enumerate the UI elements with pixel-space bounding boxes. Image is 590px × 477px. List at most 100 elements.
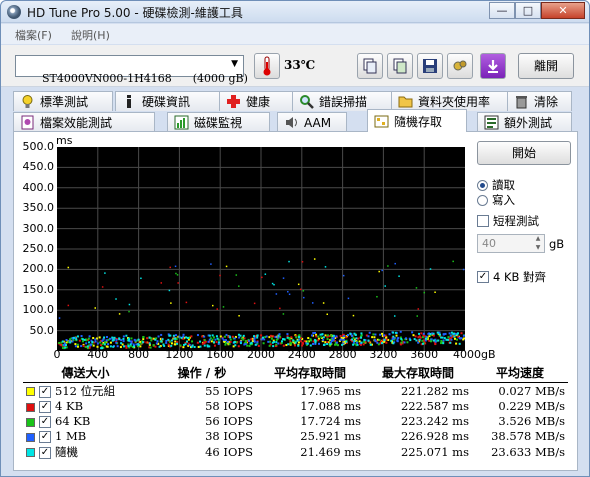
menu-bar: 檔案(F) 說明(H): [1, 24, 589, 44]
data-point: [458, 342, 461, 345]
data-point: [265, 335, 268, 338]
save-button[interactable]: [417, 53, 443, 79]
health-cross-icon: [226, 94, 241, 109]
max-access-cell: 222.587 ms: [400, 399, 469, 413]
data-point: [253, 340, 256, 343]
data-point-outlier: [216, 308, 218, 310]
minimize-button[interactable]: —: [489, 2, 515, 19]
series-color-swatch: [26, 417, 35, 427]
data-point: [400, 341, 403, 344]
series-checkbox[interactable]: ✓: [39, 385, 51, 398]
data-point: [94, 340, 97, 343]
menu-file[interactable]: 檔案(F): [15, 27, 52, 43]
data-point: [87, 337, 90, 340]
data-point: [404, 337, 407, 340]
data-point-outlier: [303, 296, 305, 299]
data-point: [326, 343, 329, 346]
data-point-outlier: [238, 285, 240, 287]
data-point: [371, 336, 374, 339]
spin-down-icon[interactable]: ▼: [532, 244, 544, 252]
temperature-button[interactable]: [254, 53, 280, 79]
short-test-checkbox[interactable]: 短程測試: [477, 214, 587, 228]
write-radio[interactable]: 寫入: [477, 193, 587, 207]
copy-button[interactable]: [357, 53, 383, 79]
series-checkbox[interactable]: ✓: [39, 401, 51, 413]
data-point: [196, 334, 199, 337]
data-point: [154, 338, 157, 341]
drive-select[interactable]: ST4000VN000-1H4168 (4000 gB) ▼: [15, 55, 248, 85]
read-radio[interactable]: 讀取: [477, 178, 587, 192]
x-tick-label: 1200: [165, 348, 194, 361]
title-bar[interactable]: HD Tune Pro 5.00 - 硬碟檢測-維護工具 — □ ✕: [1, 1, 589, 23]
tab-extra-tests[interactable]: 額外測試: [477, 112, 572, 132]
avg-access-cell: 17.088 ms: [300, 399, 361, 413]
series-color-swatch: [26, 448, 35, 457]
data-point: [203, 341, 206, 344]
screenshot-button[interactable]: [447, 53, 473, 79]
data-point-outlier: [288, 293, 291, 296]
data-point: [135, 343, 138, 346]
data-point: [277, 342, 280, 345]
series-checkbox[interactable]: ✓: [39, 431, 51, 443]
data-point: [292, 339, 295, 342]
copy-all-button[interactable]: [387, 53, 413, 79]
data-point: [76, 335, 79, 338]
maximize-button[interactable]: □: [515, 2, 541, 19]
data-point-outlier: [273, 283, 275, 286]
data-point: [450, 338, 453, 341]
tab-drive-info[interactable]: 硬碟資訊: [115, 91, 235, 111]
series-checkbox[interactable]: ✓: [39, 446, 51, 459]
data-point: [146, 337, 149, 340]
data-point: [203, 344, 206, 347]
tab-benchmark[interactable]: 標準測試: [13, 91, 113, 111]
monitor-icon: [174, 115, 189, 130]
col-header-max-access: 最大存取時間: [364, 364, 472, 383]
align-4kb-checkbox[interactable]: ✓ 4 KB 對齊: [477, 270, 587, 284]
menu-help[interactable]: 說明(H): [71, 27, 110, 43]
tab-aam[interactable]: AAM: [277, 112, 347, 132]
tab-file-benchmark[interactable]: 檔案效能測試: [13, 112, 155, 132]
tab-label: 檔案效能測試: [40, 116, 113, 130]
data-point-outlier: [140, 277, 142, 280]
data-point: [226, 340, 229, 343]
start-button[interactable]: 開始: [477, 141, 571, 165]
data-point: [423, 335, 426, 338]
align-4kb-check: ✓: [477, 271, 489, 283]
tab-error-scan[interactable]: 錯誤掃描: [292, 91, 392, 111]
avg-access-cell: 21.469 ms: [300, 444, 361, 459]
data-point: [392, 342, 395, 345]
data-point-outlier: [261, 276, 263, 279]
tab-random-access[interactable]: 隨機存取: [367, 109, 467, 132]
download-button[interactable]: [480, 53, 506, 79]
data-point: [152, 344, 155, 347]
data-point-outlier: [169, 266, 171, 269]
tab-erase[interactable]: 清除: [507, 91, 572, 111]
data-point: [280, 342, 283, 345]
data-point-outlier: [212, 304, 214, 307]
tab-disk-monitor[interactable]: 磁碟監視: [167, 112, 270, 132]
close-button[interactable]: ✕: [541, 2, 585, 19]
data-point: [345, 336, 348, 339]
tab-folder-usage[interactable]: 資料夾使用率: [391, 91, 511, 111]
data-point: [111, 336, 114, 339]
data-point: [196, 341, 199, 344]
spin-up-icon[interactable]: ▲: [532, 235, 544, 243]
x-tick-label: 3200: [369, 348, 398, 361]
data-point: [429, 340, 432, 343]
short-test-size-input[interactable]: 40 ▲ ▼: [477, 234, 545, 253]
x-tick-label: 400: [87, 348, 109, 361]
data-point: [269, 334, 272, 337]
access-time-chart: ms 500.0 450.0 400.0 350.0 300.0 250.0 200.0 15…: [16, 134, 496, 374]
data-point: [115, 341, 118, 344]
data-point: [242, 334, 245, 337]
data-point: [448, 332, 451, 335]
data-point-outlier: [299, 288, 302, 291]
data-point-outlier: [423, 291, 426, 294]
data-point: [430, 338, 433, 341]
exit-button[interactable]: 離開: [518, 53, 574, 79]
data-point: [211, 338, 214, 341]
col-header-avg-access: 平均存取時間: [256, 364, 364, 383]
data-point: [442, 339, 445, 342]
data-point: [307, 337, 310, 340]
series-checkbox[interactable]: ✓: [39, 416, 51, 428]
